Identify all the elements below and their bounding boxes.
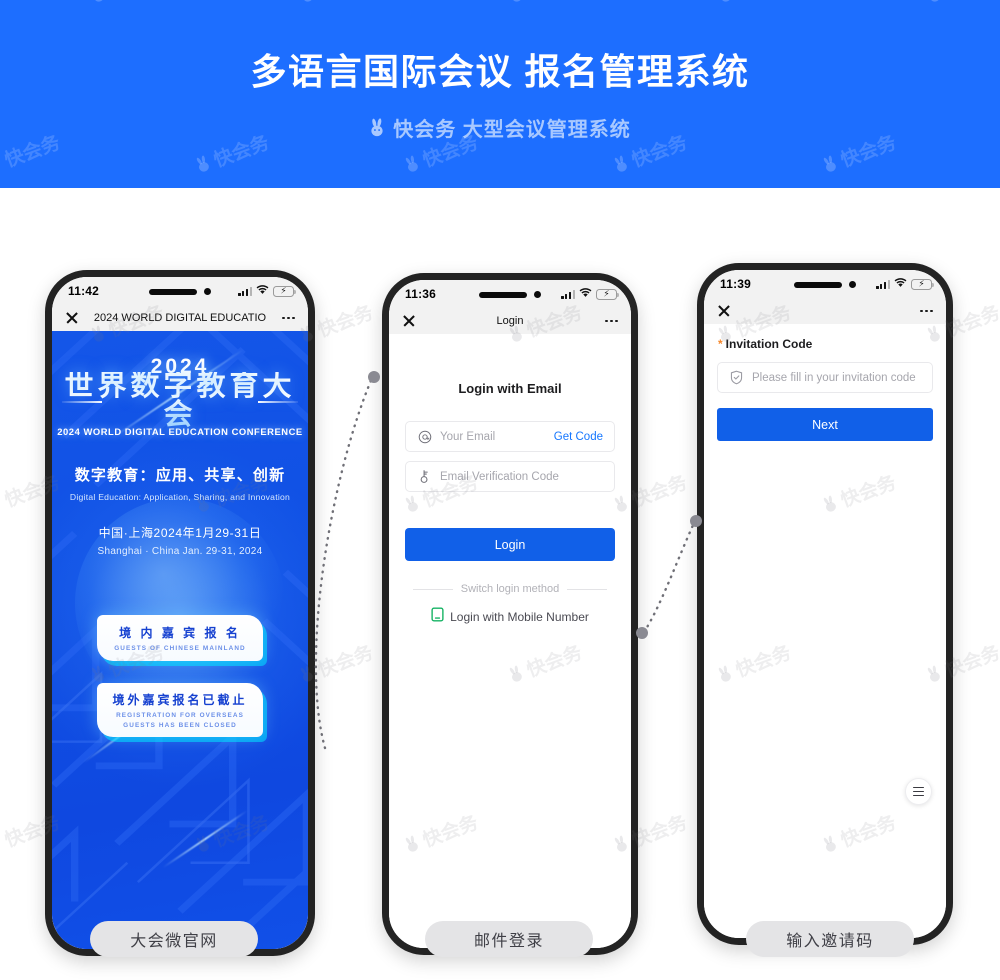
phone-invite: 11:39 ⚡ * Invitation Code Please fill in… [697,263,953,945]
status-bar: 11:42 ⚡ [52,277,308,305]
phone-login: 11:36 ⚡ Login Login with Email Your Emai… [382,273,638,955]
battery-charging-icon: ⚡ [273,285,297,297]
page-root: 多语言国际会议 报名管理系统 快会务 大型会议管理系统 11:42 ⚡ 2024… [0,0,1000,980]
wifi-icon [579,285,592,303]
verification-code-field[interactable]: Email Verification Code [405,461,615,492]
wifi-icon [256,282,269,300]
signal-bars-icon [238,286,252,296]
status-time: 11:42 [68,284,100,298]
switch-login-method-divider: Switch login method [411,583,609,595]
wifi-icon [894,275,907,293]
rabbit-icon [369,117,386,137]
invitation-code-label-row: * Invitation Code [704,324,946,351]
caption-login: 邮件登录 [425,921,593,957]
dynamic-island [149,288,211,295]
nav-title: 2024 WORLD DIGITAL EDUCATIO [93,312,267,324]
status-time: 11:36 [405,287,437,301]
more-dots-icon[interactable] [605,319,618,323]
conference-poster: 2024 世界数字教育大会 2024 WORLD DIGITAL EDUCATI… [52,331,308,949]
invite-body: * Invitation Code Please fill in your in… [704,324,946,938]
poster-date-en: Shanghai · China Jan. 29-31, 2024 [97,546,263,557]
register-overseas-closed-button[interactable]: 境外嘉宾报名已截止 REGISTRATION FOR OVERSEAS GUES… [97,683,263,737]
menu-list-icon[interactable] [905,778,932,805]
status-bar: 11:39 ⚡ [704,270,946,298]
close-icon[interactable] [402,314,416,328]
caption-poster: 大会微官网 [90,921,258,957]
next-button[interactable]: Next [717,408,933,441]
login-with-mobile-button[interactable]: Login with Mobile Number [389,607,631,627]
register-overseas-label-en: REGISTRATION FOR OVERSEAS GUESTS HAS BEE… [116,712,244,729]
close-icon[interactable] [717,304,731,318]
key-icon [417,469,432,484]
poster-theme-cn: 数字教育：应用、共享、创新 [74,467,286,484]
poster-theme-en: Digital Education: Application, Sharing,… [69,492,291,502]
register-mainland-label-en: GUESTS OF CHINESE MAINLAND [114,645,246,652]
login-button[interactable]: Login [405,528,615,561]
login-heading: Login with Email [458,381,562,396]
switch-login-method-label: Switch login method [460,583,560,595]
nav-bar: Login [389,308,631,334]
register-mainland-button[interactable]: 境 内 嘉 宾 报 名 GUESTS OF CHINESE MAINLAND [97,615,263,662]
register-mainland-label-cn: 境 内 嘉 宾 报 名 [119,626,241,640]
invitation-code-placeholder: Please fill in your invitation code [752,371,916,384]
connector-path-1 [314,376,374,750]
status-time: 11:39 [720,277,752,291]
login-with-mobile-label: Login with Mobile Number [450,610,589,624]
more-dots-icon[interactable] [282,316,295,320]
battery-charging-icon: ⚡ [911,278,935,290]
invitation-code-label: Invitation Code [725,337,813,351]
at-sign-icon [417,430,432,444]
dynamic-island [479,291,541,298]
dynamic-island [794,281,856,288]
shield-check-icon [729,370,744,385]
verification-code-placeholder: Email Verification Code [440,470,559,483]
poster-date-cn: 中国·上海2024年1月29-31日 [98,526,262,540]
phone-poster: 11:42 ⚡ 2024 WORLD DIGITAL EDUCATIO 2024… [45,270,315,956]
email-field[interactable]: Your Email Get Code [405,421,615,452]
email-input-placeholder: Your Email [440,430,496,443]
required-star: * [718,337,723,351]
signal-bars-icon [561,289,575,299]
phones-stage: 11:42 ⚡ 2024 WORLD DIGITAL EDUCATIO 2024… [0,188,1000,980]
mobile-phone-icon [431,607,444,627]
page-title: 多语言国际会议 报名管理系统 [250,51,750,93]
nav-bar: 2024 WORLD DIGITAL EDUCATIO [52,305,308,331]
page-header: 多语言国际会议 报名管理系统 快会务 大型会议管理系统 [0,0,1000,188]
status-bar: 11:36 ⚡ [389,280,631,308]
login-body: Login with Email Your Email Get Code Ema… [389,334,631,948]
get-code-button[interactable]: Get Code [554,431,603,443]
page-subtitle: 快会务 大型会议管理系统 [393,118,631,141]
connector-dot-1-end [368,371,380,383]
more-dots-icon[interactable] [920,309,933,313]
poster-title-cn: 世界数字教育大会 [52,372,308,430]
signal-bars-icon [876,279,890,289]
connector-path-2 [642,521,696,634]
caption-invite: 输入邀请码 [746,921,914,957]
nav-title: Login [496,315,524,327]
close-icon[interactable] [65,311,79,325]
register-overseas-label-cn: 境外嘉宾报名已截止 [112,693,248,708]
battery-charging-icon: ⚡ [596,288,620,300]
nav-bar [704,298,946,324]
invitation-code-field[interactable]: Please fill in your invitation code [717,362,933,393]
